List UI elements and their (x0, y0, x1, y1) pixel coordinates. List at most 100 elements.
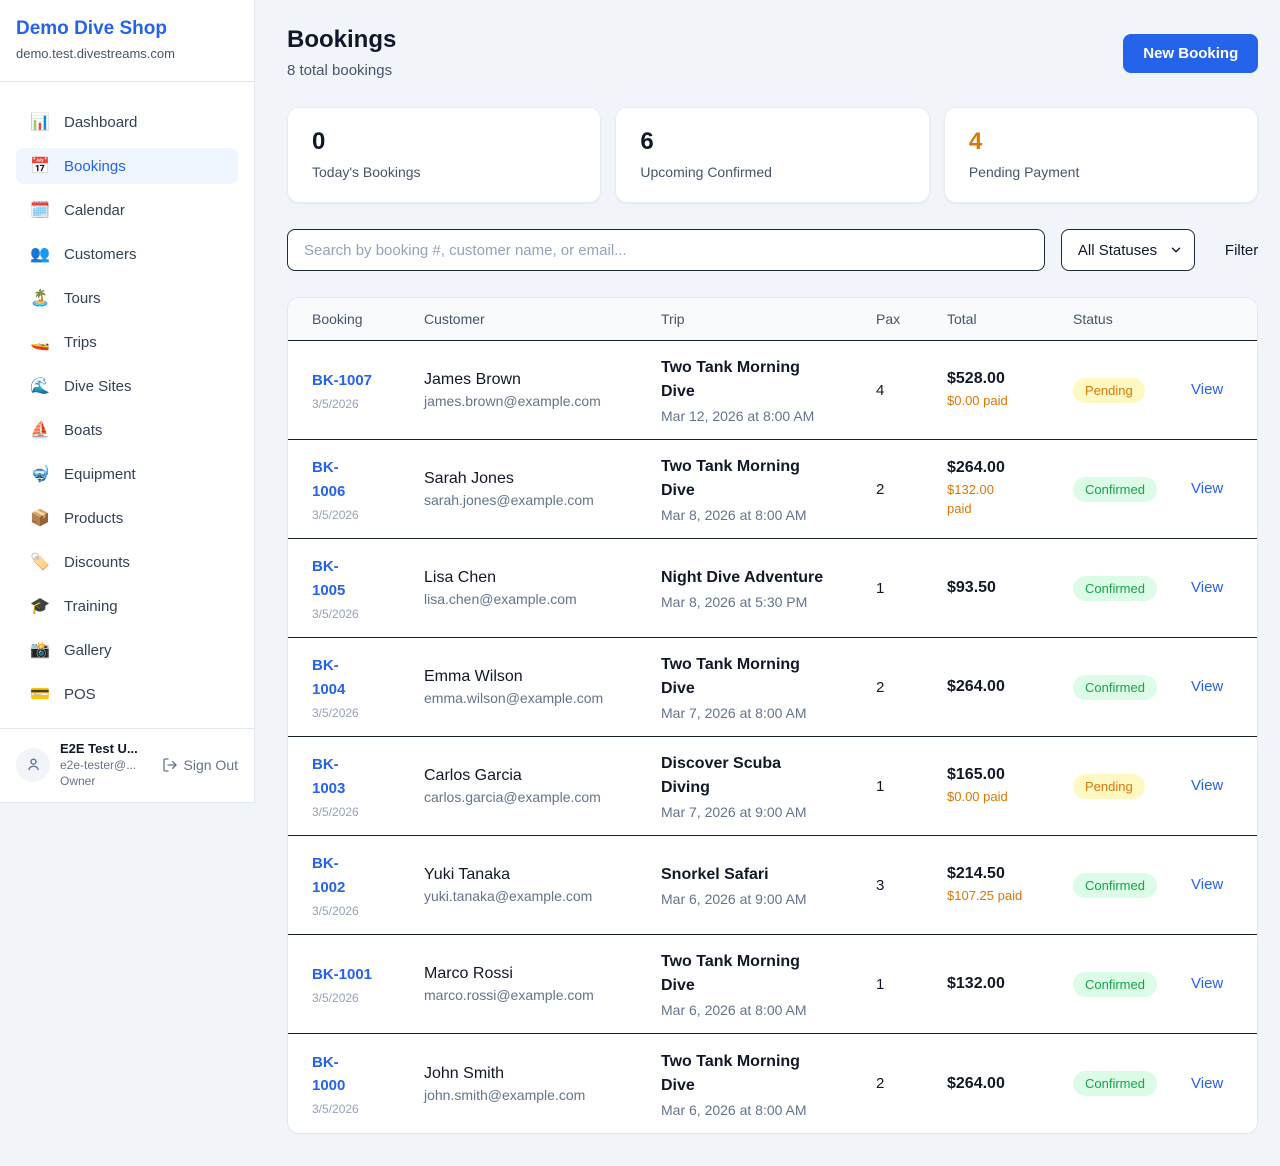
sidebar-item-dive-sites[interactable]: 🌊Dive Sites (16, 368, 238, 404)
table-row: BK-10053/5/2026Lisa Chenlisa.chen@exampl… (288, 539, 1257, 638)
total-cell: $528.00$0.00 paid (947, 370, 1073, 411)
sidebar-item-training[interactable]: 🎓Training (16, 588, 238, 624)
customer-email: marco.rossi@example.com (424, 987, 651, 1003)
customer-email: yuki.tanaka@example.com (424, 888, 651, 904)
view-link[interactable]: View (1191, 975, 1223, 992)
pax-count: 2 (876, 481, 947, 498)
sidebar-item-label: Customers (64, 246, 137, 263)
table-row: BK-1002 3/5/2026 Yuki Tanaka yuki.tanaka@ex… (288, 836, 1257, 935)
status-badge: Confirmed (1073, 477, 1157, 502)
total-amount: $132.00 (947, 975, 1063, 993)
user-info: E2E Test U... e2e-tester@... Owner (60, 741, 152, 788)
sidebar-item-label: Tours (64, 290, 101, 307)
booking-link[interactable]: BK-1004 (312, 654, 345, 701)
booking-link[interactable]: BK-1007 (312, 369, 372, 392)
sidebar-item-pos[interactable]: 💳POS (16, 676, 238, 712)
trip-datetime: Mar 6, 2026 at 8:00 AM (661, 1002, 866, 1018)
booking-cell: BK-1005 3/5/2026 (312, 555, 424, 621)
calendar-icon: 🗓️ (30, 200, 50, 220)
status-badge: Confirmed (1073, 972, 1157, 997)
sidebar-item-tours[interactable]: 🏝️Tours (16, 280, 238, 316)
booking-cell: BK-10013/5/2026 (312, 963, 424, 1005)
sidebar-item-label: Discounts (64, 554, 130, 571)
customer-cell: James Brownjames.brown@example.com (424, 371, 661, 409)
status-badge: Confirmed (1073, 873, 1157, 898)
trip-datetime: Mar 8, 2026 at 8:00 AM (661, 507, 866, 523)
view-link[interactable]: View (1191, 1075, 1223, 1092)
view-link[interactable]: View (1191, 480, 1223, 497)
booking-link[interactable]: BK-1001 (312, 963, 372, 986)
booking-cell: BK-10043/5/2026 (312, 654, 424, 720)
customer-cell: Carlos Garciacarlos.garcia@example.com (424, 767, 661, 805)
trip-name: Two Tank MorningDive (661, 653, 866, 701)
sidebar-nav: 📊Dashboard 📅Bookings 🗓️Calendar 👥Customers 🏝… (0, 82, 254, 728)
customer-name: Carlos Garcia (424, 767, 651, 785)
products-icon: 📦 (30, 508, 50, 528)
sidebar-item-label: Boats (64, 422, 102, 439)
sidebar-item-discounts[interactable]: 🏷️ Discounts (16, 544, 238, 580)
view-link[interactable]: View (1191, 678, 1223, 695)
sign-out-icon (162, 757, 178, 773)
sidebar-item-label: Equipment (64, 466, 136, 483)
action-cell: View (1191, 480, 1233, 498)
view-link[interactable]: View (1191, 777, 1223, 794)
booking-date: 3/5/2026 (312, 607, 414, 621)
customer-name: Yuki Tanaka (424, 866, 651, 884)
view-link[interactable]: View (1191, 876, 1223, 893)
pax-count: 2 (876, 1075, 947, 1092)
sidebar-item-equipment[interactable]: 🤿Equipment (16, 456, 238, 492)
booking-date: 3/5/2026 (312, 397, 414, 411)
stat-card: 4Pending Payment (944, 107, 1258, 203)
booking-link[interactable]: BK-1005 (312, 555, 345, 602)
status-select[interactable]: All Statuses (1061, 229, 1195, 271)
search-input[interactable] (287, 229, 1045, 271)
total-amount: $264.00 (947, 1075, 1063, 1093)
booking-link[interactable]: BK-1006 (312, 456, 345, 503)
filter-button[interactable]: Filter (1225, 242, 1258, 259)
booking-cell: BK-1007 3/5/2026 (312, 369, 424, 411)
sidebar-item-calendar[interactable]: 🗓️Calendar (16, 192, 238, 228)
booking-link[interactable]: BK-1002 (312, 852, 345, 899)
shop-domain: demo.test.divestreams.com (16, 46, 238, 61)
booking-link[interactable]: BK-1000 (312, 1051, 345, 1098)
sidebar-item-dashboard[interactable]: 📊Dashboard (16, 104, 238, 140)
user-icon (25, 756, 42, 773)
sidebar-item-boats[interactable]: ⛵Boats (16, 412, 238, 448)
pax-count: 1 (876, 778, 947, 795)
stat-value: 6 (640, 128, 904, 156)
pax-count: 1 (876, 976, 947, 993)
stat-value: 0 (312, 128, 576, 156)
customer-cell: Emma Wilsonemma.wilson@example.com (424, 668, 661, 706)
pax-count: 4 (876, 382, 947, 399)
sidebar-item-bookings[interactable]: 📅Bookings (16, 148, 238, 184)
sidebar-item-customers[interactable]: 👥Customers (16, 236, 238, 272)
trip-name: Two Tank MorningDive (661, 356, 866, 404)
sign-out-button[interactable]: Sign Out (162, 757, 238, 773)
table-row: BK-10063/5/2026Sarah Jonessarah.jones@ex… (288, 440, 1257, 539)
paid-amount: $0.00 paid (947, 392, 1063, 411)
view-link[interactable]: View (1191, 381, 1223, 398)
view-link[interactable]: View (1191, 579, 1223, 596)
new-booking-button[interactable]: New Booking (1123, 34, 1258, 73)
trip-cell: Two Tank MorningDiveMar 6, 2026 at 8:00 … (661, 950, 876, 1018)
stat-value: 4 (969, 128, 1233, 156)
table-row: BK-10043/5/2026Emma Wilsonemma.wilson@ex… (288, 638, 1257, 737)
total-cell: $214.50$107.25 paid (947, 865, 1073, 906)
sidebar-item-trips[interactable]: 🚤 Trips (16, 324, 238, 360)
booking-link[interactable]: BK-1003 (312, 753, 345, 800)
customer-email: sarah.jones@example.com (424, 492, 651, 508)
trips-icon: 🚤 (30, 332, 50, 352)
trip-datetime: Mar 7, 2026 at 9:00 AM (661, 804, 866, 820)
trip-cell: Two Tank MorningDiveMar 7, 2026 at 8:00 … (661, 653, 876, 721)
sidebar-item-gallery[interactable]: 📸Gallery (16, 632, 238, 668)
avatar (16, 748, 50, 782)
table-row: BK-10013/5/2026Marco Rossimarco.rossi@ex… (288, 935, 1257, 1034)
bookings-table: BookingCustomerTripPaxTotalStatus BK-100… (287, 297, 1258, 1134)
sidebar-item-products[interactable]: 📦Products (16, 500, 238, 536)
booking-cell: BK-10063/5/2026 (312, 456, 424, 522)
customer-cell: Marco Rossimarco.rossi@example.com (424, 965, 661, 1003)
booking-date: 3/5/2026 (312, 904, 414, 918)
action-cell: View (1191, 1075, 1233, 1093)
discounts-icon: 🏷️ (30, 552, 50, 572)
sidebar-item-label: Trips (64, 334, 97, 351)
